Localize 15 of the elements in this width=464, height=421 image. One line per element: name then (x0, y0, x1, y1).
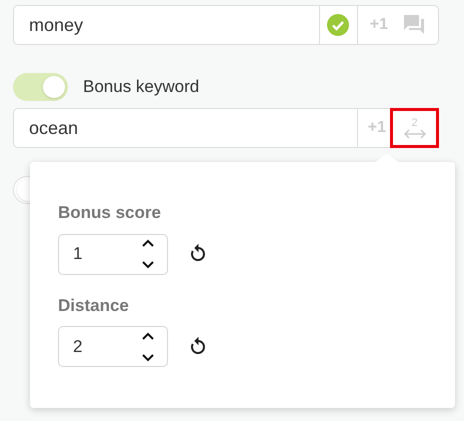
reset-icon[interactable] (188, 244, 208, 264)
double-arrow-icon (404, 128, 426, 138)
spinner-value: 1 (73, 243, 84, 266)
up-down-arrows-icon[interactable] (141, 332, 155, 362)
field-label: Distance (58, 294, 130, 316)
keyword-text: money (28, 14, 84, 37)
toggle-switch[interactable] (13, 73, 68, 101)
field-label: Bonus score (58, 202, 162, 224)
keyword-text: ocean (28, 116, 80, 140)
number-spinner[interactable]: 1 (58, 234, 168, 274)
spinner-value: 2 (73, 336, 84, 358)
reset-icon[interactable] (188, 336, 208, 356)
number-spinner[interactable]: 2 (58, 326, 168, 367)
up-down-arrows-icon[interactable] (141, 239, 155, 269)
toggle-label: Bonus keyword (83, 76, 200, 98)
